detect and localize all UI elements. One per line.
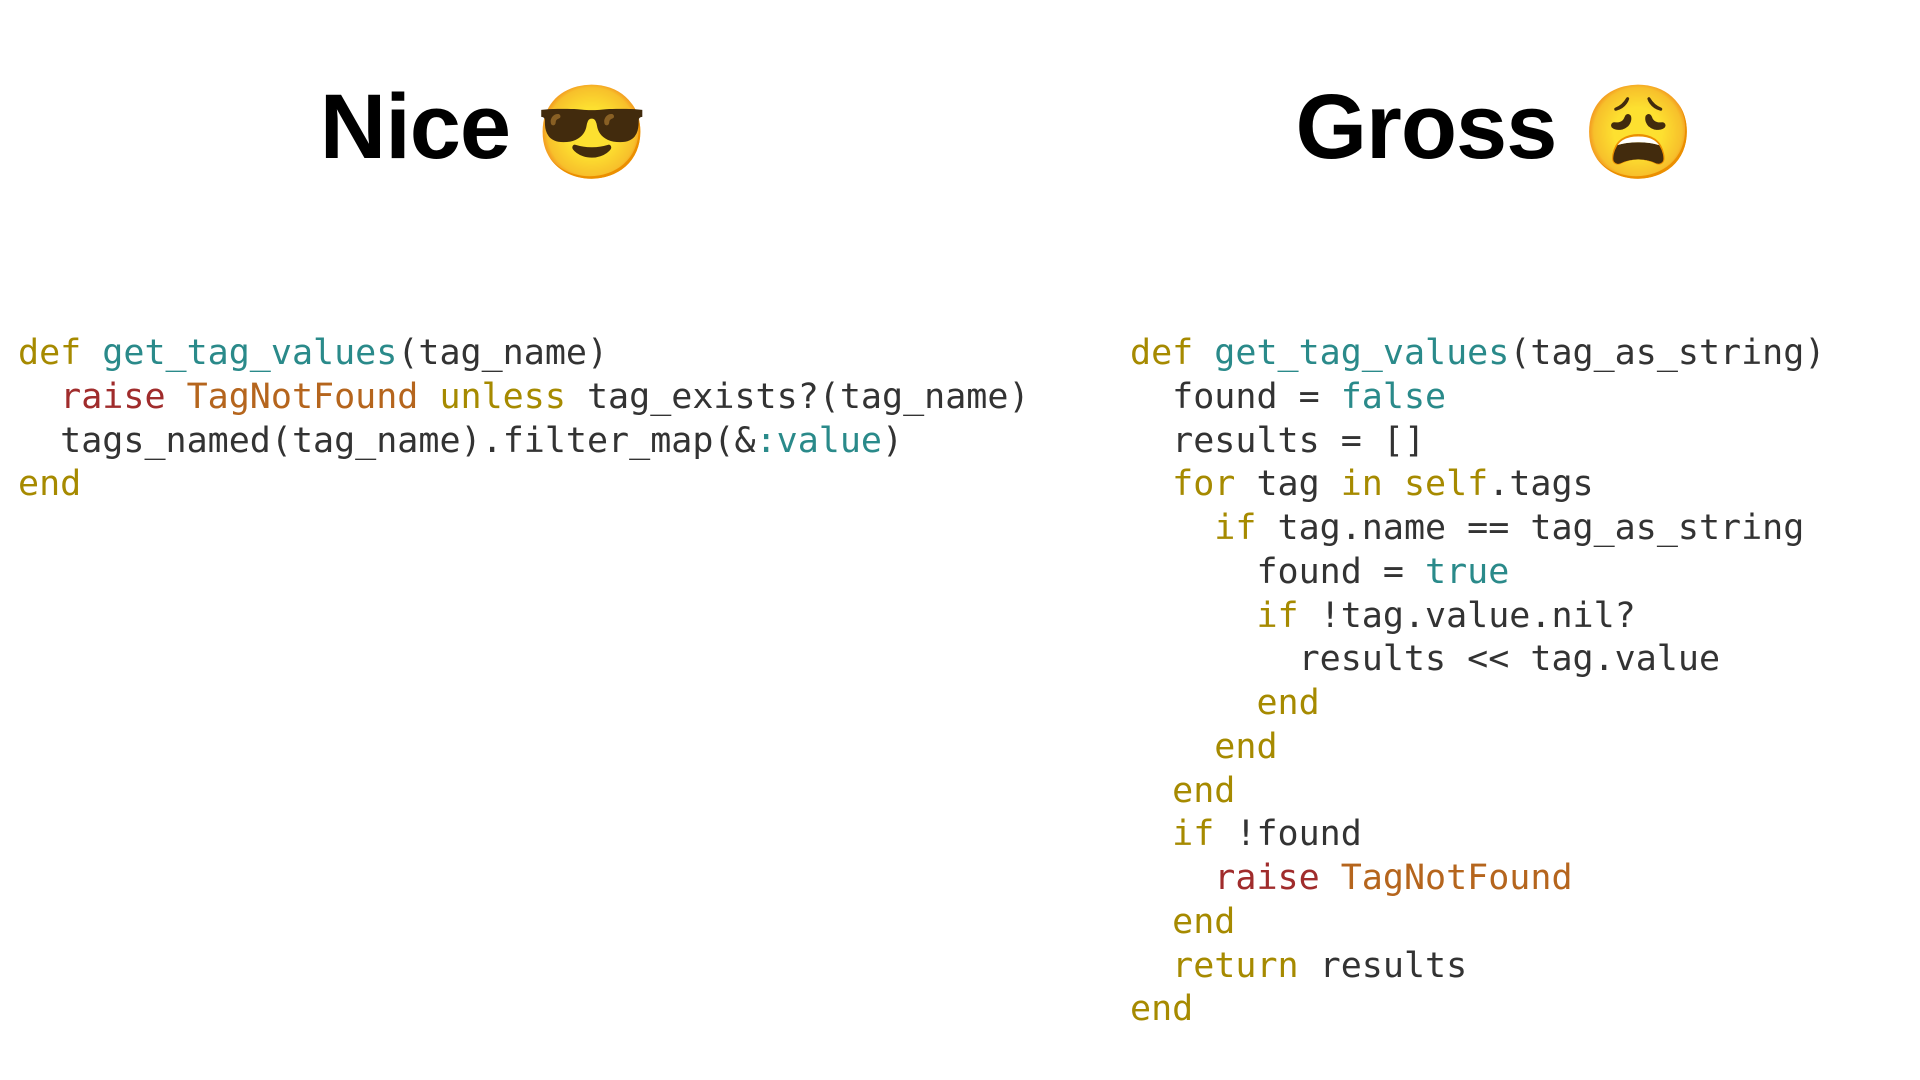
- code-text: !tag.value.nil?: [1299, 596, 1636, 636]
- right-column: Gross 😩 def get_tag_values(tag_as_string…: [1050, 0, 1920, 1080]
- left-column: Nice 😎 def get_tag_values(tag_name) rais…: [0, 0, 1050, 1080]
- keyword-end: end: [1256, 683, 1319, 723]
- dot: .: [482, 421, 503, 461]
- paren-close: ): [461, 421, 482, 461]
- code-text: found =: [1256, 552, 1425, 592]
- left-title-text: Nice: [320, 76, 535, 178]
- method-call: tags_named: [60, 421, 271, 461]
- code-text: !found: [1214, 814, 1362, 854]
- bool-literal: false: [1341, 377, 1446, 417]
- paren-open: (&: [713, 421, 755, 461]
- paren-close: ): [587, 333, 608, 373]
- method-call: tag_exists?: [587, 377, 819, 417]
- keyword-if: if: [1172, 814, 1214, 854]
- method-call: filter_map: [503, 421, 714, 461]
- paren-close: ): [882, 421, 903, 461]
- keyword-if: if: [1256, 596, 1298, 636]
- keyword-return: return: [1172, 946, 1298, 986]
- keyword-end: end: [1172, 902, 1235, 942]
- keyword-in: in: [1341, 464, 1383, 504]
- bool-literal: true: [1425, 552, 1509, 592]
- code-text: .tags: [1488, 464, 1593, 504]
- code-text: results = []: [1172, 421, 1425, 461]
- code-text: found =: [1172, 377, 1341, 417]
- keyword-raise: raise: [60, 377, 165, 417]
- code-text: tag: [1235, 464, 1340, 504]
- sunglasses-emoji-icon: 😎: [535, 82, 649, 184]
- keyword-end: end: [1172, 771, 1235, 811]
- keyword-end: end: [18, 464, 81, 504]
- code-text: results << tag.value: [1299, 639, 1720, 679]
- left-heading: Nice 😎: [18, 75, 1050, 187]
- param-name: tag_name: [292, 421, 461, 461]
- class-name: TagNotFound: [187, 377, 419, 417]
- paren-open: (: [397, 333, 418, 373]
- keyword-end: end: [1130, 989, 1193, 1029]
- code-text: tag.name == tag_as_string: [1256, 508, 1804, 548]
- keyword-for: for: [1172, 464, 1235, 504]
- weary-emoji-icon: 😩: [1581, 82, 1695, 184]
- right-heading: Gross 😩: [1130, 75, 1920, 187]
- gross-code-block: def get_tag_values(tag_as_string) found …: [1130, 332, 1920, 1032]
- function-name: get_tag_values: [1214, 333, 1509, 373]
- class-name: TagNotFound: [1341, 858, 1573, 898]
- keyword-if: if: [1214, 508, 1256, 548]
- paren-open: (: [271, 421, 292, 461]
- param-name: tag_as_string: [1530, 333, 1804, 373]
- paren-open: (: [1509, 333, 1530, 373]
- keyword-def: def: [18, 333, 81, 373]
- right-title-text: Gross: [1295, 76, 1580, 178]
- paren-open: (: [819, 377, 840, 417]
- keyword-self: self: [1404, 464, 1488, 504]
- code-text: [1383, 464, 1404, 504]
- param-name: tag_name: [840, 377, 1009, 417]
- keyword-end: end: [1214, 727, 1277, 767]
- keyword-raise: raise: [1214, 858, 1319, 898]
- keyword-unless: unless: [439, 377, 565, 417]
- paren-close: ): [1804, 333, 1825, 373]
- code-text: results: [1299, 946, 1468, 986]
- param-name: tag_name: [418, 333, 587, 373]
- symbol: :value: [756, 421, 882, 461]
- code-text: [1320, 858, 1341, 898]
- keyword-def: def: [1130, 333, 1193, 373]
- nice-code-block: def get_tag_values(tag_name) raise TagNo…: [18, 332, 1050, 507]
- function-name: get_tag_values: [102, 333, 397, 373]
- paren-close: ): [1008, 377, 1029, 417]
